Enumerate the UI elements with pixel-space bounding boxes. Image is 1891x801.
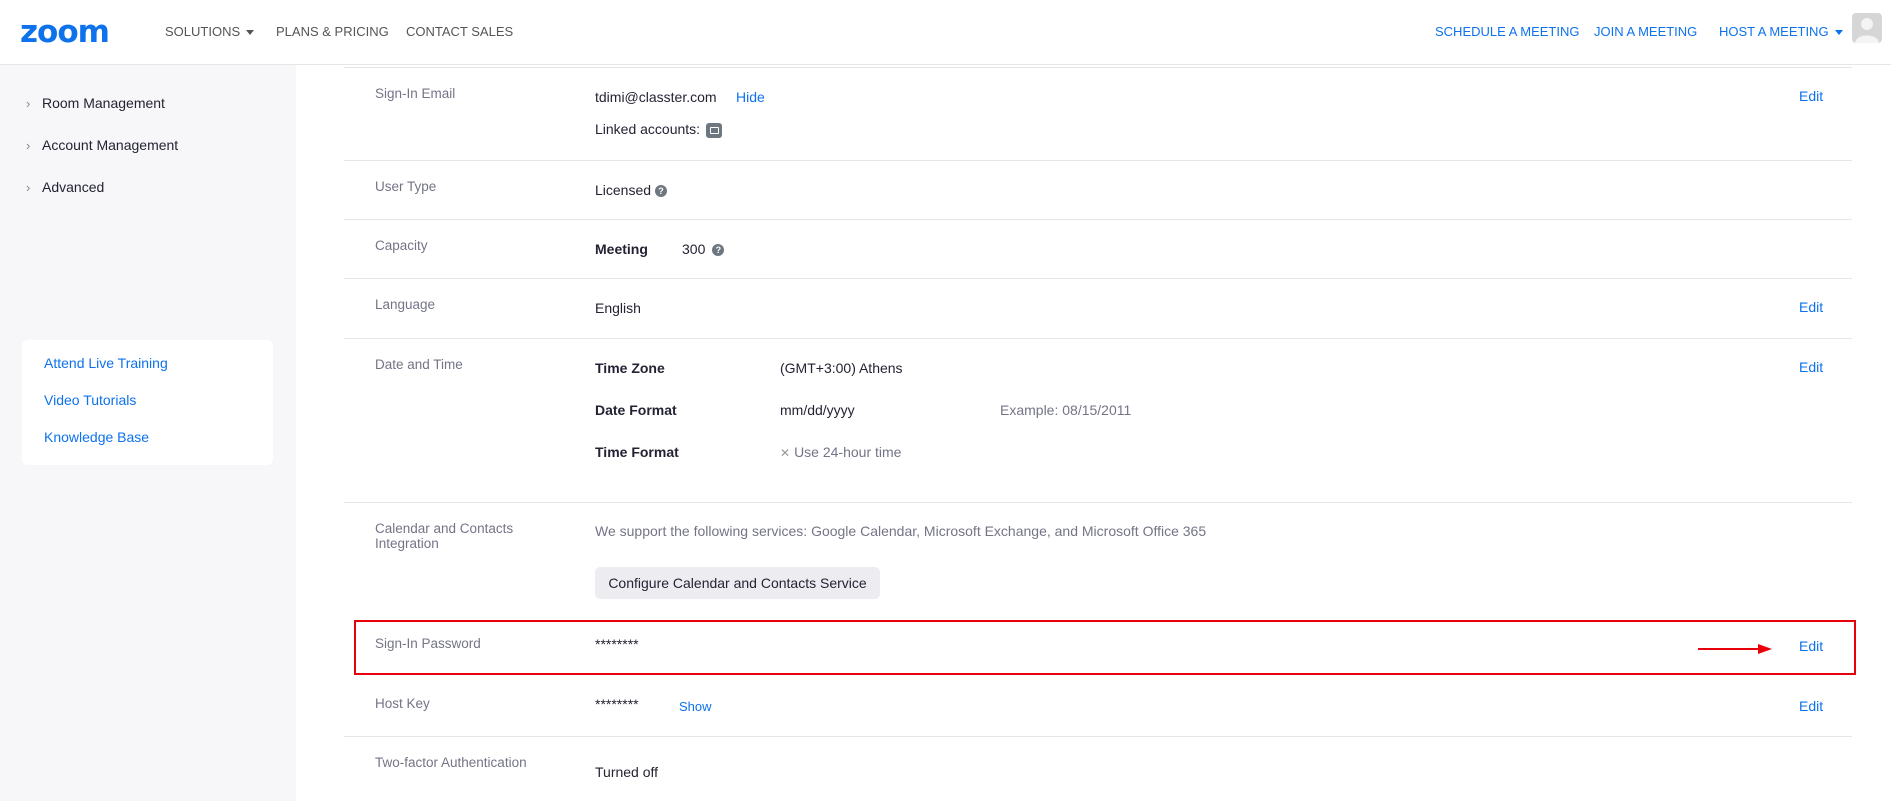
sidebar-item-room-management[interactable]: › Room Management [26, 95, 165, 111]
date-time-label: Date and Time [375, 357, 463, 372]
signin-password-value: ******** [595, 636, 639, 652]
mail-icon [706, 122, 723, 138]
divider [344, 736, 1852, 737]
zoom-logo[interactable]: zoom [20, 14, 110, 50]
help-icon[interactable]: ? [655, 185, 668, 198]
user-type-label: User Type [375, 179, 437, 194]
knowledge-base-link[interactable]: Knowledge Base [44, 429, 149, 445]
signin-email-value: tdimi@classter.com [595, 89, 717, 105]
sidebar: › Room Management › Account Management › Ad… [0, 64, 296, 801]
date-format-value: mm/dd/yyyy [780, 402, 855, 418]
schedule-meeting-link[interactable]: SCHEDULE A MEETING [1435, 24, 1579, 39]
nav-contact-sales[interactable]: CONTACT SALES [406, 24, 513, 39]
sidebar-item-label: Account Management [42, 137, 179, 153]
nav-solutions-label: SOLUTIONS [165, 24, 241, 39]
date-format-example: Example: 08/15/2011 [1000, 402, 1131, 418]
example-label: Example: [1000, 402, 1059, 418]
help-links-box: Attend Live Training Video Tutorials Kno… [22, 340, 273, 465]
linked-accounts: Linked accounts: [595, 121, 723, 138]
language-value: English [595, 300, 641, 316]
sidebar-item-label: Room Management [42, 95, 165, 111]
top-navigation-bar: zoom SOLUTIONS PLANS & PRICING CONTACT S… [0, 0, 1891, 65]
language-label: Language [375, 297, 436, 312]
close-icon: ✕ [780, 446, 791, 460]
calendar-label-line1: Calendar and Contacts [375, 521, 514, 536]
sidebar-item-advanced[interactable]: › Advanced [26, 179, 104, 195]
arrow-right-icon [1698, 644, 1772, 654]
capacity-number: 300 [682, 241, 706, 257]
time-format-label: Time Format [595, 444, 679, 460]
avatar[interactable] [1852, 13, 1882, 43]
two-factor-label: Two-factor Authentication [375, 755, 527, 770]
calendar-label-line2: Integration [375, 536, 439, 551]
divider [344, 278, 1852, 279]
time-format-text: Use 24-hour time [794, 444, 902, 460]
calendar-integration-label: Calendar and Contacts Integration [375, 521, 513, 551]
attend-live-training-link[interactable]: Attend Live Training [44, 355, 168, 371]
chevron-down-icon [246, 30, 255, 36]
chevron-right-icon: › [26, 138, 31, 153]
date-format-label: Date Format [595, 402, 677, 418]
host-key-label: Host Key [375, 696, 430, 711]
configure-calendar-button[interactable]: Configure Calendar and Contacts Service [595, 567, 880, 599]
two-factor-value: Turned off [595, 764, 659, 780]
user-type-text: Licensed [595, 182, 652, 198]
user-type-value: Licensed? [595, 182, 668, 198]
nav-solutions[interactable]: SOLUTIONS [165, 24, 255, 39]
help-icon[interactable]: ? [712, 244, 725, 257]
hide-email-link[interactable]: Hide [736, 89, 765, 105]
capacity-value: 300? [682, 241, 725, 257]
host-key-edit-link[interactable]: Edit [1799, 698, 1823, 714]
signin-email-edit-link[interactable]: Edit [1799, 88, 1823, 104]
signin-password-label: Sign-In Password [375, 636, 481, 651]
show-host-key-link[interactable]: Show [679, 699, 712, 714]
signin-password-edit-link[interactable]: Edit [1799, 638, 1823, 654]
host-meeting-menu[interactable]: HOST A MEETING [1719, 24, 1843, 39]
time-zone-label: Time Zone [595, 360, 665, 376]
linked-accounts-label: Linked accounts: [595, 121, 701, 137]
chevron-right-icon: › [26, 96, 31, 111]
signin-email-label: Sign-In Email [375, 86, 456, 101]
sidebar-item-label: Advanced [42, 179, 105, 195]
divider [344, 219, 1852, 220]
time-format-value: ✕ Use 24-hour time [780, 444, 901, 460]
date-time-edit-link[interactable]: Edit [1799, 359, 1823, 375]
capacity-label: Capacity [375, 238, 428, 253]
video-tutorials-link[interactable]: Video Tutorials [44, 392, 136, 408]
capacity-meeting-label: Meeting [595, 241, 648, 257]
highlight-box [354, 620, 1856, 675]
divider [344, 160, 1852, 161]
host-key-value: ******** [595, 696, 639, 712]
join-meeting-link[interactable]: JOIN A MEETING [1594, 24, 1697, 39]
chevron-right-icon: › [26, 180, 31, 195]
language-edit-link[interactable]: Edit [1799, 299, 1823, 315]
example-value: 08/15/2011 [1062, 402, 1132, 418]
user-silhouette-icon [1855, 18, 1879, 43]
divider [344, 338, 1852, 339]
sidebar-item-account-management[interactable]: › Account Management [26, 137, 178, 153]
calendar-description: We support the following services: Googl… [595, 523, 1207, 539]
divider [344, 502, 1852, 503]
divider [344, 67, 1852, 68]
chevron-down-icon [1834, 30, 1843, 36]
time-zone-value: (GMT+3:00) Athens [780, 360, 903, 376]
host-meeting-label: HOST A MEETING [1719, 24, 1829, 39]
nav-plans-pricing[interactable]: PLANS & PRICING [276, 24, 389, 39]
